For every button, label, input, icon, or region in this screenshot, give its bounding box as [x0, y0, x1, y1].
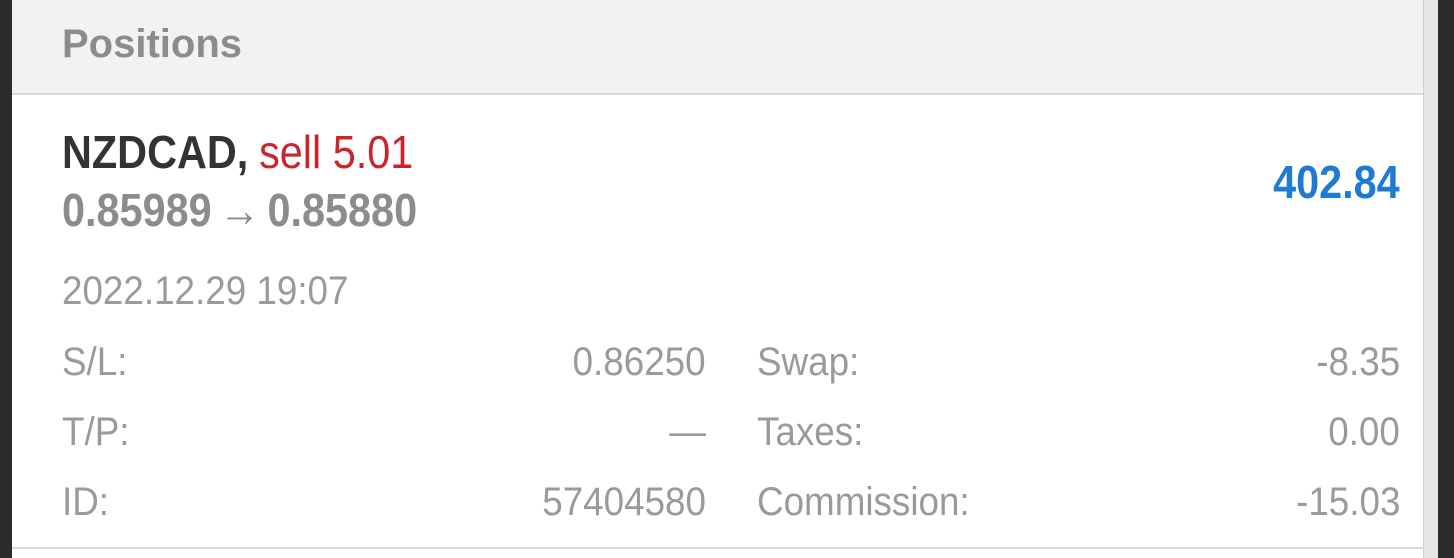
commission-label: Commission: — [757, 480, 970, 524]
right-arrow-icon: → — [218, 184, 261, 236]
positions-section-header: Positions — [12, 0, 1424, 95]
id-label: ID: — [62, 480, 110, 524]
take-profit-label: T/P: — [62, 410, 130, 454]
open-price: 0.85989 — [62, 184, 212, 236]
current-price: 0.85880 — [267, 184, 418, 236]
taxes-label: Taxes: — [757, 410, 864, 454]
open-time: 2022.12.29 19:07 — [62, 269, 349, 313]
swap-value: -8.35 — [1316, 340, 1400, 384]
position-row[interactable]: NZDCAD, sell 5.01 0.85989 → 0.85880 402.84 … — [12, 95, 1424, 545]
position-header: NZDCAD, sell 5.01 — [62, 125, 413, 179]
scrollbar-track[interactable] — [1423, 0, 1438, 558]
trade-side-volume: sell 5.01 — [259, 126, 414, 178]
stop-loss-value: 0.86250 — [572, 340, 706, 384]
profit-value: 402.84 — [1273, 156, 1400, 208]
swap-label: Swap: — [757, 340, 860, 384]
divider — [12, 547, 1424, 549]
taxes-value: 0.00 — [1328, 410, 1400, 454]
symbol-label: NZDCAD — [62, 126, 237, 178]
price-change: 0.85989 → 0.85880 — [62, 183, 417, 237]
commission-value: -15.03 — [1295, 480, 1400, 524]
id-value: 57404580 — [542, 480, 706, 524]
symbol-separator: , — [236, 126, 249, 178]
take-profit-value: — — [669, 410, 706, 454]
stop-loss-label: S/L: — [62, 340, 128, 384]
positions-panel: Positions NZDCAD, sell 5.01 0.85989 → 0.858… — [12, 0, 1438, 558]
section-title: Positions — [62, 22, 243, 66]
